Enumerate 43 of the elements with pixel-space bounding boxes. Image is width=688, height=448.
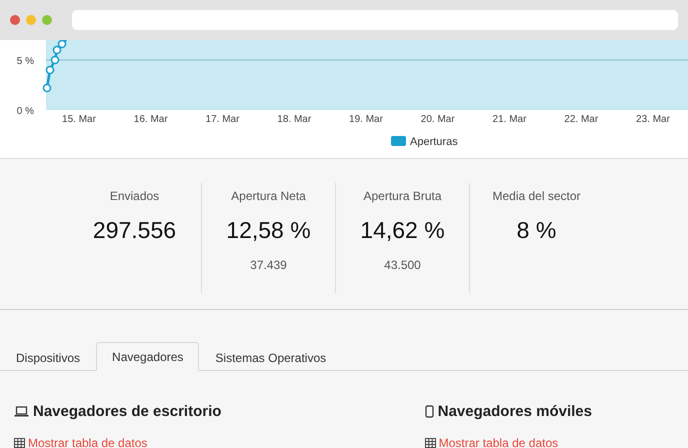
show-table-link[interactable]: Mostrar tabla de datos	[28, 436, 148, 448]
stat-value: 297.556	[92, 217, 176, 244]
address-bar[interactable]	[72, 10, 678, 30]
close-icon[interactable]	[10, 15, 20, 25]
axis-label: 22. Mar	[564, 114, 598, 125]
laptop-icon	[14, 406, 29, 417]
maximize-icon[interactable]	[42, 15, 52, 25]
show-table-link[interactable]: Mostrar tabla de datos	[438, 436, 558, 448]
data-point	[52, 46, 62, 54]
stat-subvalue: 43.500	[384, 258, 421, 272]
tab[interactable]: Dispositivos	[0, 343, 96, 371]
stat-label: Apertura Neta	[231, 189, 306, 203]
legend-swatch	[391, 136, 406, 146]
axis-label: 18. Mar	[277, 114, 312, 125]
stat-label: Apertura Bruta	[363, 189, 442, 203]
minimize-icon[interactable]	[26, 15, 36, 25]
axis-label: 23. Mar	[636, 114, 670, 125]
axis-label: 21. Mar	[492, 114, 526, 125]
axis-label: 20. Mar	[420, 114, 455, 125]
legend-label: Aperturas	[410, 136, 458, 148]
stat-value: 14,62 %	[360, 217, 445, 244]
tab[interactable]: Sistemas Operativos	[199, 343, 342, 371]
tab[interactable]: Navegadores	[96, 342, 200, 371]
axis-label: 16. Mar	[134, 114, 168, 125]
axis-label: 0 %	[16, 106, 34, 117]
axis-label: 19. Mar	[349, 114, 383, 125]
data-point	[46, 66, 54, 74]
stat-label: Enviados	[110, 189, 160, 203]
stat-label: Media del sector	[492, 189, 581, 203]
data-point	[50, 56, 60, 64]
axis-label: 15. Mar	[62, 114, 96, 125]
section-title: Navegadores de escritorio	[33, 403, 222, 420]
stat-value: 8 %	[516, 217, 556, 244]
stat-subvalue: 37.439	[250, 258, 287, 272]
data-point	[42, 84, 52, 92]
stat-value: 12,58 %	[226, 217, 311, 244]
table-icon	[424, 438, 436, 448]
section-title: Navegadores móviles	[438, 403, 592, 420]
axis-label: 17. Mar	[206, 114, 240, 125]
phone-icon	[424, 405, 434, 418]
axis-label: 5 %	[16, 56, 34, 67]
data-point	[58, 40, 66, 48]
table-icon	[14, 438, 25, 448]
